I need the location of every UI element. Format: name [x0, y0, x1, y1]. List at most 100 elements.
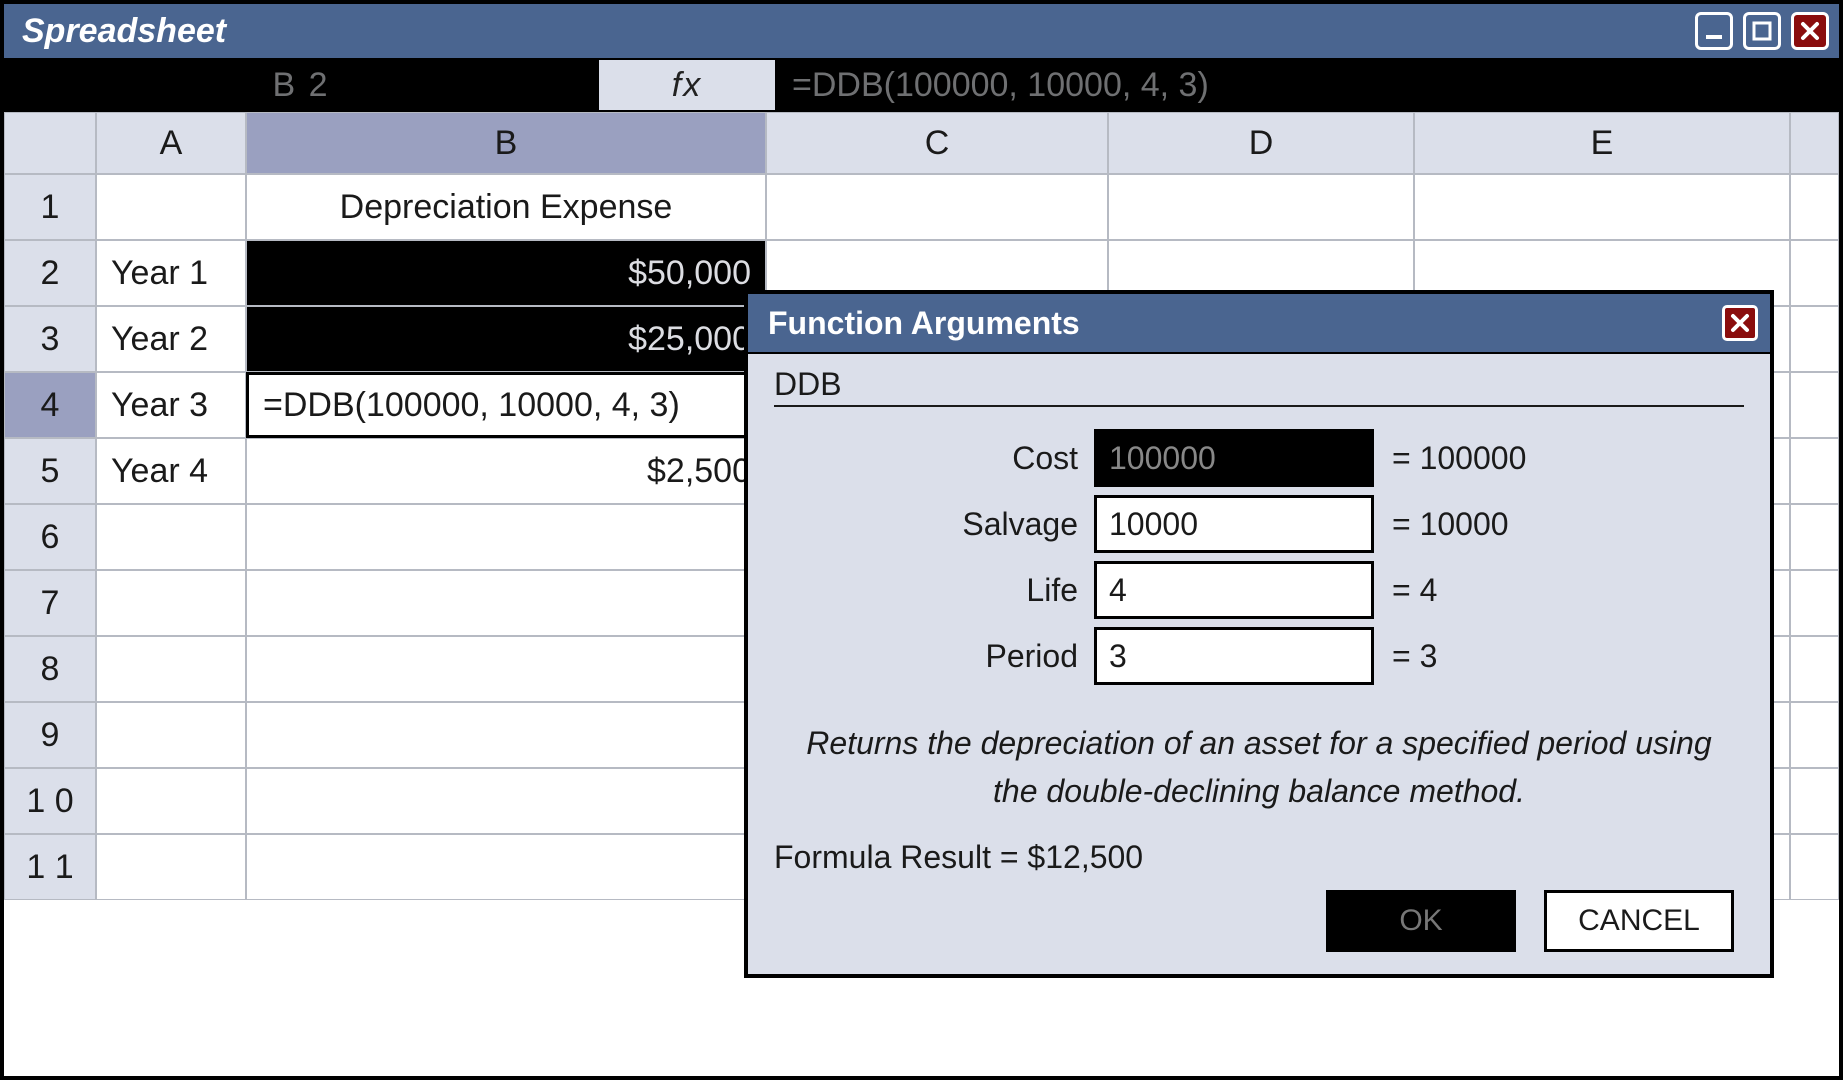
cell[interactable] — [1790, 702, 1839, 768]
cell[interactable] — [246, 702, 766, 768]
minimize-icon — [1703, 20, 1725, 42]
window-controls — [1695, 12, 1829, 50]
row-header[interactable]: 3 — [4, 306, 96, 372]
cell[interactable] — [1790, 504, 1839, 570]
argument-label: Cost — [774, 440, 1094, 477]
cell[interactable] — [96, 504, 246, 570]
column-header-B[interactable]: B — [246, 112, 766, 174]
argument-row: Period3= 3 — [774, 623, 1744, 689]
argument-label: Salvage — [774, 506, 1094, 543]
argument-result: = 100000 — [1374, 440, 1526, 477]
spreadsheet-grid: A B C D E 1 Depreciation Expense 2Year 1$5… — [4, 112, 1839, 900]
row-header[interactable]: 1 1 — [4, 834, 96, 900]
dialog-body: DDB Cost100000= 100000Salvage10000= 1000… — [748, 354, 1770, 974]
row-header[interactable]: 5 — [4, 438, 96, 504]
argument-row: Life4= 4 — [774, 557, 1744, 623]
cell[interactable] — [96, 174, 246, 240]
row-header[interactable]: 1 — [4, 174, 96, 240]
ok-button[interactable]: OK — [1326, 890, 1516, 952]
formula-bar: B 2 fx =DDB(100000, 10000, 4, 3) — [4, 60, 1839, 112]
cell[interactable] — [1414, 174, 1790, 240]
maximize-icon — [1751, 20, 1773, 42]
cell[interactable] — [246, 636, 766, 702]
cell[interactable]: Depreciation Expense — [246, 174, 766, 240]
cell[interactable] — [246, 768, 766, 834]
dialog-titlebar[interactable]: Function Arguments — [748, 294, 1770, 354]
argument-input[interactable]: 100000 — [1094, 429, 1374, 487]
cell[interactable] — [96, 834, 246, 900]
formula-input[interactable]: =DDB(100000, 10000, 4, 3) — [776, 60, 1839, 110]
row-header[interactable]: 7 — [4, 570, 96, 636]
fx-button[interactable]: fx — [598, 60, 776, 110]
dialog-buttons: OK CANCEL — [774, 890, 1744, 952]
cell[interactable] — [1790, 240, 1839, 306]
row-header[interactable]: 4 — [4, 372, 96, 438]
argument-input[interactable]: 3 — [1094, 627, 1374, 685]
cell[interactable] — [1790, 372, 1839, 438]
dialog-description: Returns the depreciation of an asset for… — [784, 719, 1734, 815]
argument-input[interactable]: 10000 — [1094, 495, 1374, 553]
active-cell[interactable]: =DDB(100000, 10000, 4, 3) — [246, 372, 766, 438]
cell[interactable] — [1790, 768, 1839, 834]
cell[interactable]: Year 1 — [96, 240, 246, 306]
cell[interactable] — [96, 768, 246, 834]
cell[interactable] — [766, 174, 1108, 240]
row-header[interactable]: 6 — [4, 504, 96, 570]
cell[interactable] — [246, 504, 766, 570]
column-header-row: A B C D E — [4, 112, 1839, 174]
row-header[interactable]: 9 — [4, 702, 96, 768]
cell[interactable]: Year 2 — [96, 306, 246, 372]
cell[interactable] — [1790, 438, 1839, 504]
cell[interactable] — [246, 834, 766, 900]
argument-row: Salvage10000= 10000 — [774, 491, 1744, 557]
cell[interactable] — [1790, 174, 1839, 240]
close-button[interactable] — [1791, 12, 1829, 50]
column-header-E[interactable]: E — [1414, 112, 1790, 174]
app-window: Spreadsheet B 2 fx =DDB(100000, 10000, 4… — [0, 0, 1843, 1080]
formula-result-value: $12,500 — [1027, 839, 1143, 875]
dialog-title: Function Arguments — [768, 305, 1080, 342]
grid-row: 1 Depreciation Expense — [4, 174, 1839, 240]
argument-result: = 10000 — [1374, 506, 1509, 543]
close-icon — [1730, 313, 1750, 333]
argument-input[interactable]: 4 — [1094, 561, 1374, 619]
argument-label: Period — [774, 638, 1094, 675]
argument-row: Cost100000= 100000 — [774, 425, 1744, 491]
cell[interactable]: $2,500 — [246, 438, 766, 504]
dialog-function-name: DDB — [774, 366, 1744, 407]
row-header[interactable]: 8 — [4, 636, 96, 702]
column-header-C[interactable]: C — [766, 112, 1108, 174]
titlebar: Spreadsheet — [4, 4, 1839, 60]
cell[interactable] — [1790, 834, 1839, 900]
function-arguments-dialog: Function Arguments DDB Cost100000= 10000… — [744, 290, 1774, 978]
cell[interactable]: $50,000 — [246, 240, 766, 306]
row-header[interactable]: 2 — [4, 240, 96, 306]
cell[interactable] — [96, 570, 246, 636]
cell[interactable] — [246, 570, 766, 636]
argument-result: = 4 — [1374, 572, 1437, 609]
name-box[interactable]: B 2 — [4, 60, 598, 110]
cell[interactable]: Year 3 — [96, 372, 246, 438]
cell[interactable] — [1790, 570, 1839, 636]
select-all-corner[interactable] — [4, 112, 96, 174]
row-header[interactable]: 1 0 — [4, 768, 96, 834]
column-header-D[interactable]: D — [1108, 112, 1414, 174]
cell[interactable]: $25,000 — [246, 306, 766, 372]
dialog-formula-result: Formula Result = $12,500 — [774, 839, 1744, 876]
cell[interactable] — [1790, 636, 1839, 702]
column-header-extra[interactable] — [1790, 112, 1839, 174]
cancel-button[interactable]: CANCEL — [1544, 890, 1734, 952]
dialog-close-button[interactable] — [1722, 305, 1758, 341]
argument-label: Life — [774, 572, 1094, 609]
cell[interactable]: Year 4 — [96, 438, 246, 504]
maximize-button[interactable] — [1743, 12, 1781, 50]
close-icon — [1799, 20, 1821, 42]
column-header-A[interactable]: A — [96, 112, 246, 174]
minimize-button[interactable] — [1695, 12, 1733, 50]
formula-result-label: Formula Result = — [774, 839, 1027, 875]
cell[interactable] — [96, 702, 246, 768]
cell[interactable] — [1108, 174, 1414, 240]
cell[interactable] — [1790, 306, 1839, 372]
window-title: Spreadsheet — [22, 12, 226, 51]
cell[interactable] — [96, 636, 246, 702]
